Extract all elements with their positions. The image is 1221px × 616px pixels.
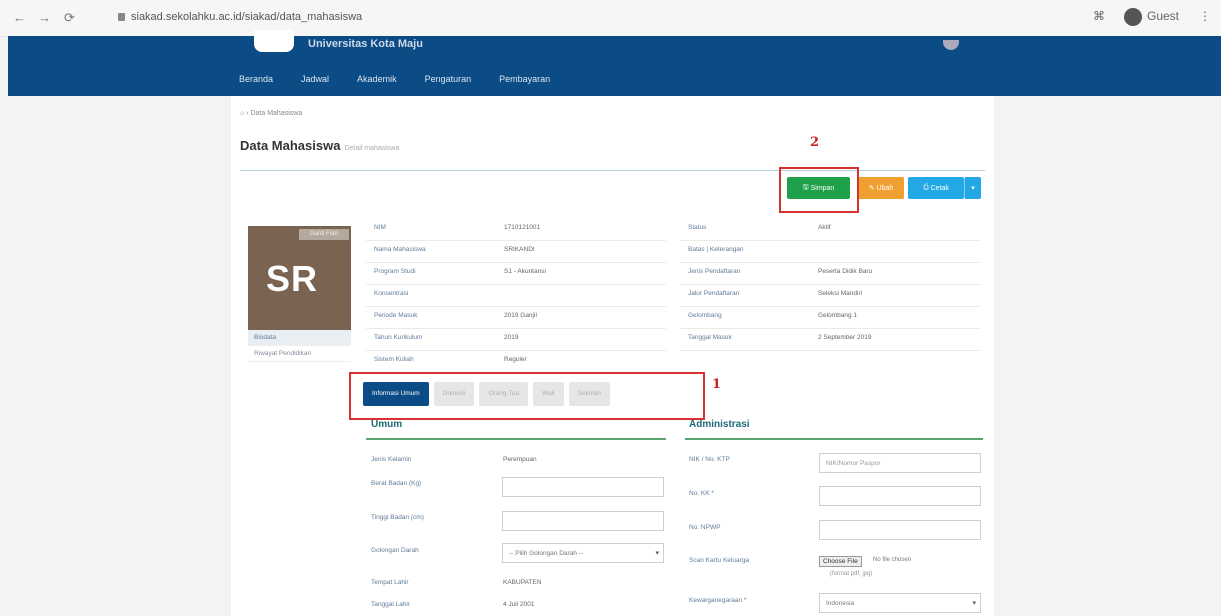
change-photo-button[interactable]: Ganti Foto bbox=[299, 229, 349, 240]
cetak-dropdown-button[interactable]: ▾ bbox=[964, 177, 981, 199]
ubah-button[interactable]: ✎ Ubah bbox=[858, 177, 904, 199]
field-label: Tinggi Badan (cm) bbox=[371, 514, 424, 521]
annotation-number-2: 2 bbox=[810, 135, 820, 150]
page-subtitle: Detail mahasiswa bbox=[344, 145, 400, 152]
info-row: Nama Mahasiswa SRIKANDI bbox=[366, 240, 666, 263]
edit-icon: ✎ bbox=[868, 185, 877, 192]
profile-avatar-icon[interactable] bbox=[1124, 8, 1142, 26]
info-row: Tanggal Masuk 2 September 2019 bbox=[680, 328, 980, 351]
url-text: siakad.sekolahku.ac.id/siakad/data_mahas… bbox=[131, 11, 363, 23]
field-label: Berat Badan (Kg) bbox=[371, 480, 422, 487]
field-label: No. KK * bbox=[689, 490, 714, 497]
title-divider bbox=[240, 170, 985, 171]
info-row: NIM 1710121001 bbox=[366, 218, 666, 241]
section-administrasi-title: Administrasi bbox=[689, 419, 750, 430]
annotation-box-2 bbox=[779, 167, 859, 213]
nav-item-akademik[interactable]: Akademik bbox=[357, 74, 397, 84]
section-umum-divider bbox=[366, 438, 666, 440]
side-item-biodata[interactable]: Biodata bbox=[248, 330, 351, 346]
browser-toolbar: ← → ⟳ siakad.sekolahku.ac.id/siakad/data… bbox=[0, 0, 1221, 37]
university-logo[interactable] bbox=[254, 30, 294, 52]
cetak-button[interactable]: ⎙ Cetak bbox=[908, 177, 964, 199]
translate-icon[interactable]: ⌘ bbox=[1093, 9, 1105, 23]
tab-domisili[interactable]: Domisili bbox=[433, 382, 475, 406]
side-item-riwayat-pendidikan[interactable]: Riwayat Pendidikan bbox=[248, 346, 351, 362]
field-label: Scan Kartu Keluarga bbox=[689, 557, 749, 564]
info-row: Tahun Kurikulum 2019 bbox=[366, 328, 666, 351]
profile-label[interactable]: Guest bbox=[1147, 9, 1179, 23]
university-name: Universitas Kota Maju bbox=[308, 38, 423, 50]
field-label: NIK / No. KTP bbox=[689, 456, 730, 463]
birthplace-value: KABUPATEN bbox=[503, 579, 542, 586]
field-label: Tanggal Lahir bbox=[371, 601, 411, 608]
user-avatar[interactable] bbox=[943, 40, 959, 50]
info-row: Batas | Keterangan bbox=[680, 240, 980, 263]
nav-item-pembayaran[interactable]: Pembayaran bbox=[499, 74, 550, 84]
page-title: Data Mahasiswa Detail mahasiswa bbox=[240, 138, 400, 153]
nav-item-beranda[interactable]: Beranda bbox=[239, 74, 273, 84]
forward-icon[interactable]: → bbox=[38, 10, 51, 25]
top-nav: Beranda Jadwal Akademik Pengaturan Pemba… bbox=[239, 74, 550, 84]
info-row: Gelombang Gelombang 1 bbox=[680, 306, 980, 329]
field-label: Jenis Kelamin bbox=[371, 456, 412, 463]
file-status: No file chosen bbox=[873, 557, 912, 563]
annotation-number-1: 1 bbox=[712, 377, 722, 392]
choose-file-button[interactable]: Choose File bbox=[819, 556, 862, 567]
nav-item-pengaturan[interactable]: Pengaturan bbox=[425, 74, 472, 84]
print-icon: ⎙ bbox=[923, 184, 931, 191]
field-label: No. NPWP bbox=[689, 524, 721, 531]
address-bar[interactable]: siakad.sekolahku.ac.id/siakad/data_mahas… bbox=[118, 11, 362, 23]
citizenship-select[interactable]: Indonesia ▾ bbox=[819, 593, 981, 613]
profile-side-menu: Biodata Riwayat Pendidikan bbox=[248, 330, 351, 362]
reload-icon[interactable]: ⟳ bbox=[64, 10, 75, 26]
gender-value: Perempuan bbox=[503, 456, 537, 463]
home-icon[interactable]: ⌂ bbox=[240, 110, 244, 117]
back-icon[interactable]: ← bbox=[13, 10, 26, 25]
weight-input[interactable] bbox=[502, 477, 664, 497]
info-row: Jalur Pendaftaran Seleksi Mandiri bbox=[680, 284, 980, 307]
breadcrumb-current[interactable]: Data Mahasiswa bbox=[250, 110, 302, 117]
info-row: Program Studi S1 - Akuntansi bbox=[366, 262, 666, 285]
tab-orang-tua[interactable]: Orang Tua bbox=[479, 382, 529, 406]
birthdate-value: 4 Juli 2001 bbox=[503, 601, 535, 608]
blood-type-select[interactable]: -- Pilih Golongan Darah -- ▾ bbox=[502, 543, 664, 563]
kk-input[interactable] bbox=[819, 486, 981, 506]
file-hint: (format pdf, jpg) bbox=[830, 571, 873, 577]
info-row: Konsentrasi bbox=[366, 284, 666, 307]
info-row: Sistem Kuliah Reguler bbox=[374, 356, 527, 363]
section-administrasi-divider bbox=[685, 438, 983, 440]
app-header: Universitas Kota Maju Beranda Jadwal Aka… bbox=[8, 30, 1221, 96]
chevron-down-icon: ▾ bbox=[655, 550, 659, 557]
lock-icon bbox=[118, 13, 125, 22]
chevron-down-icon: ▾ bbox=[972, 600, 976, 607]
detail-tabs: Informasi Umum Domisili Orang Tua Wali S… bbox=[363, 382, 611, 406]
field-label: Kewarganegaraan * bbox=[689, 597, 747, 604]
tab-sekolah[interactable]: Sekolah bbox=[568, 382, 611, 406]
field-label: Tempat Lahir bbox=[371, 579, 409, 586]
breadcrumb: ⌂ › Data Mahasiswa bbox=[240, 110, 303, 117]
npwp-input[interactable] bbox=[819, 520, 981, 540]
info-row: Periode Masuk 2019 Ganjil bbox=[366, 306, 666, 329]
nav-item-jadwal[interactable]: Jadwal bbox=[301, 74, 329, 84]
browser-menu-icon[interactable]: ⋮ bbox=[1199, 9, 1211, 23]
field-label: Golongan Darah bbox=[371, 547, 419, 554]
nik-input[interactable]: NIK/Nomor Paspor bbox=[819, 453, 981, 473]
height-input[interactable] bbox=[502, 511, 664, 531]
info-row: Status Aktif bbox=[680, 218, 980, 241]
profile-initials: SR bbox=[266, 258, 319, 299]
section-umum-title: Umum bbox=[371, 419, 403, 430]
profile-photo: Ganti Foto SR bbox=[248, 226, 351, 330]
tab-wali[interactable]: Wali bbox=[533, 382, 564, 406]
tab-informasi-umum[interactable]: Informasi Umum bbox=[363, 382, 429, 406]
info-row: Jenis Pendaftaran Peserta Didik Baru bbox=[680, 262, 980, 285]
